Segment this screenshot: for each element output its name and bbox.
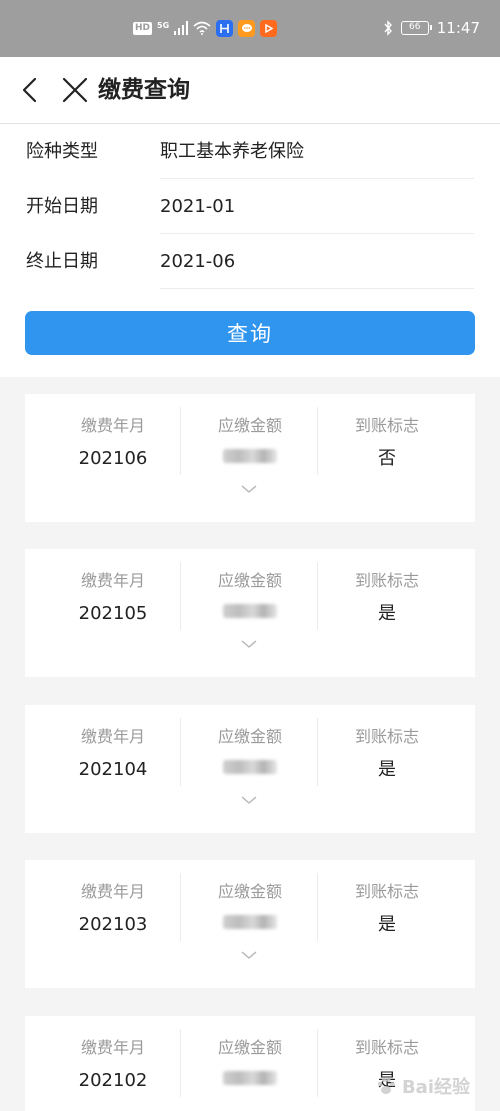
close-button[interactable]: [60, 75, 90, 105]
status-header: 到账标志: [354, 882, 419, 901]
status-header: 到账标志: [354, 1038, 419, 1057]
chevron-down-icon[interactable]: [240, 639, 258, 649]
amount-value-blurred: [223, 604, 277, 618]
status-value: 否: [378, 448, 396, 469]
insurance-type-value: 职工基本养老保险: [160, 141, 304, 162]
month-column: 缴费年月 202102: [45, 1029, 181, 1097]
amount-value-blurred: [223, 760, 277, 774]
month-value: 202104: [78, 759, 148, 780]
status-time: 11:47: [436, 19, 480, 37]
start-date-value: 2021-01: [160, 196, 236, 217]
status-column: 到账标志 否: [319, 407, 455, 475]
wifi-icon: [193, 21, 211, 35]
column-divider: [180, 718, 181, 786]
month-value: 202105: [78, 603, 148, 624]
column-divider: [180, 1029, 181, 1097]
divider: [160, 288, 474, 289]
start-date-row[interactable]: 开始日期 2021-01: [0, 179, 500, 234]
network-5g-label: 5G: [157, 20, 170, 30]
app-notification-icon-blue: [216, 19, 234, 37]
column-divider: [317, 873, 318, 941]
status-value: 是: [378, 603, 396, 624]
status-bar: HD 5G 66 11:47: [0, 0, 500, 57]
back-button[interactable]: [16, 75, 46, 105]
paw-logo-icon: [377, 1077, 395, 1094]
chevron-down-icon[interactable]: [240, 795, 258, 805]
status-value: 是: [378, 759, 396, 780]
amount-column: 应缴金额: [182, 407, 318, 475]
watermark-text: Bai经验: [401, 1077, 470, 1098]
amount-header: 应缴金额: [217, 416, 282, 435]
amount-header: 应缴金额: [217, 882, 282, 901]
close-icon: [62, 77, 88, 103]
video-notification-icon: [260, 19, 278, 37]
end-date-row[interactable]: 终止日期 2021-06: [0, 234, 500, 289]
month-value: 202102: [78, 1070, 148, 1091]
column-divider: [180, 407, 181, 475]
watermark: Bai经验: [374, 1073, 470, 1099]
battery-icon: 66: [400, 21, 432, 35]
amount-column: 应缴金额: [182, 873, 318, 941]
end-date-label: 终止日期: [26, 251, 98, 272]
record-card[interactable]: 缴费年月 202103 应缴金额 到账标志 是: [25, 860, 475, 988]
record-card[interactable]: 缴费年月 202104 应缴金额 到账标志 是: [25, 705, 475, 833]
amount-column: 应缴金额: [182, 718, 318, 786]
status-column: 到账标志 是: [319, 873, 455, 941]
amount-value-blurred: [223, 449, 277, 463]
month-column: 缴费年月 202105: [45, 562, 181, 630]
query-form: 险种类型 职工基本养老保险 开始日期 2021-01 终止日期 2021-06 …: [0, 124, 500, 377]
status-column: 到账标志 是: [319, 562, 455, 630]
status-header: 到账标志: [354, 571, 419, 590]
month-header: 缴费年月: [80, 882, 145, 901]
signal-icon: [174, 21, 189, 35]
month-header: 缴费年月: [80, 571, 145, 590]
amount-value-blurred: [223, 1071, 277, 1085]
column-divider: [317, 562, 318, 630]
amount-column: 应缴金额: [182, 1029, 318, 1097]
month-value: 202106: [78, 448, 148, 469]
month-column: 缴费年月 202106: [45, 407, 181, 475]
end-date-value: 2021-06: [160, 251, 236, 272]
column-divider: [317, 1029, 318, 1097]
chevron-down-icon[interactable]: [240, 484, 258, 494]
start-date-label: 开始日期: [26, 196, 98, 217]
amount-header: 应缴金额: [217, 571, 282, 590]
status-value: 是: [378, 914, 396, 935]
app-header: 缴费查询: [0, 57, 500, 124]
status-icons: HD 5G: [133, 18, 278, 38]
record-card[interactable]: 缴费年月 202106 应缴金额 到账标志 否: [25, 394, 475, 522]
column-divider: [180, 873, 181, 941]
hd-badge: HD: [133, 21, 153, 35]
month-header: 缴费年月: [80, 416, 145, 435]
month-header: 缴费年月: [80, 727, 145, 746]
bluetooth-icon: [384, 20, 392, 36]
insurance-type-row[interactable]: 险种类型 职工基本养老保险: [0, 124, 500, 179]
column-divider: [317, 718, 318, 786]
amount-header: 应缴金额: [217, 1038, 282, 1057]
chevron-down-icon[interactable]: [240, 950, 258, 960]
status-header: 到账标志: [354, 727, 419, 746]
month-value: 202103: [78, 914, 148, 935]
insurance-type-label: 险种类型: [26, 141, 98, 162]
month-header: 缴费年月: [80, 1038, 145, 1057]
column-divider: [180, 562, 181, 630]
query-button[interactable]: 查询: [25, 311, 475, 355]
chevron-left-icon: [22, 77, 37, 103]
message-notification-icon: [238, 19, 256, 37]
month-column: 缴费年月 202104: [45, 718, 181, 786]
column-divider: [317, 407, 318, 475]
status-column: 到账标志 是: [319, 718, 455, 786]
amount-column: 应缴金额: [182, 562, 318, 630]
record-card[interactable]: 缴费年月 202105 应缴金额 到账标志 是: [25, 549, 475, 677]
amount-value-blurred: [223, 915, 277, 929]
page-title: 缴费查询: [98, 77, 190, 103]
month-column: 缴费年月 202103: [45, 873, 181, 941]
status-header: 到账标志: [354, 416, 419, 435]
amount-header: 应缴金额: [217, 727, 282, 746]
status-right: 66 11:47: [383, 18, 480, 38]
